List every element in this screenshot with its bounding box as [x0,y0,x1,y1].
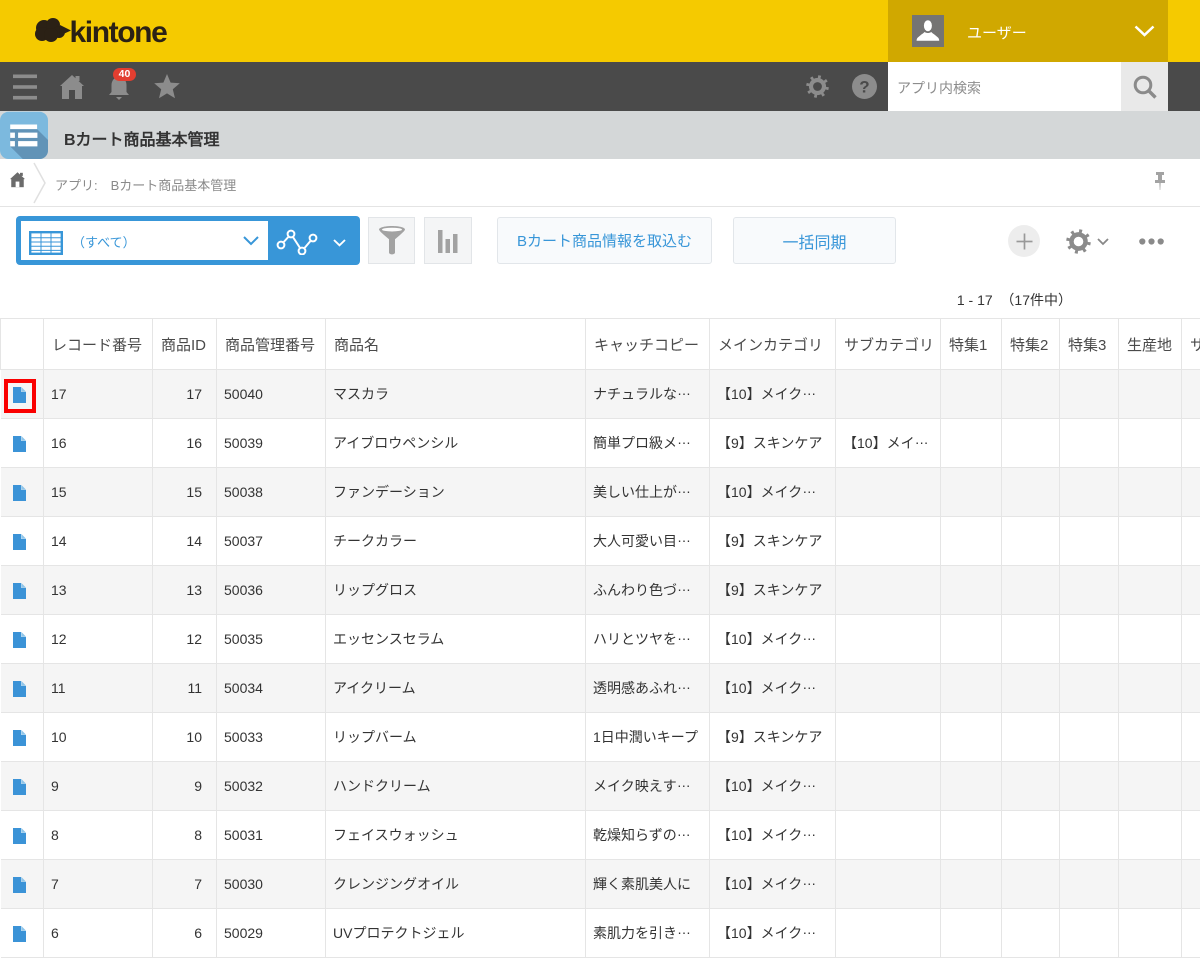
svg-text:kintone: kintone [70,16,168,49]
svg-text:?: ? [859,78,869,97]
